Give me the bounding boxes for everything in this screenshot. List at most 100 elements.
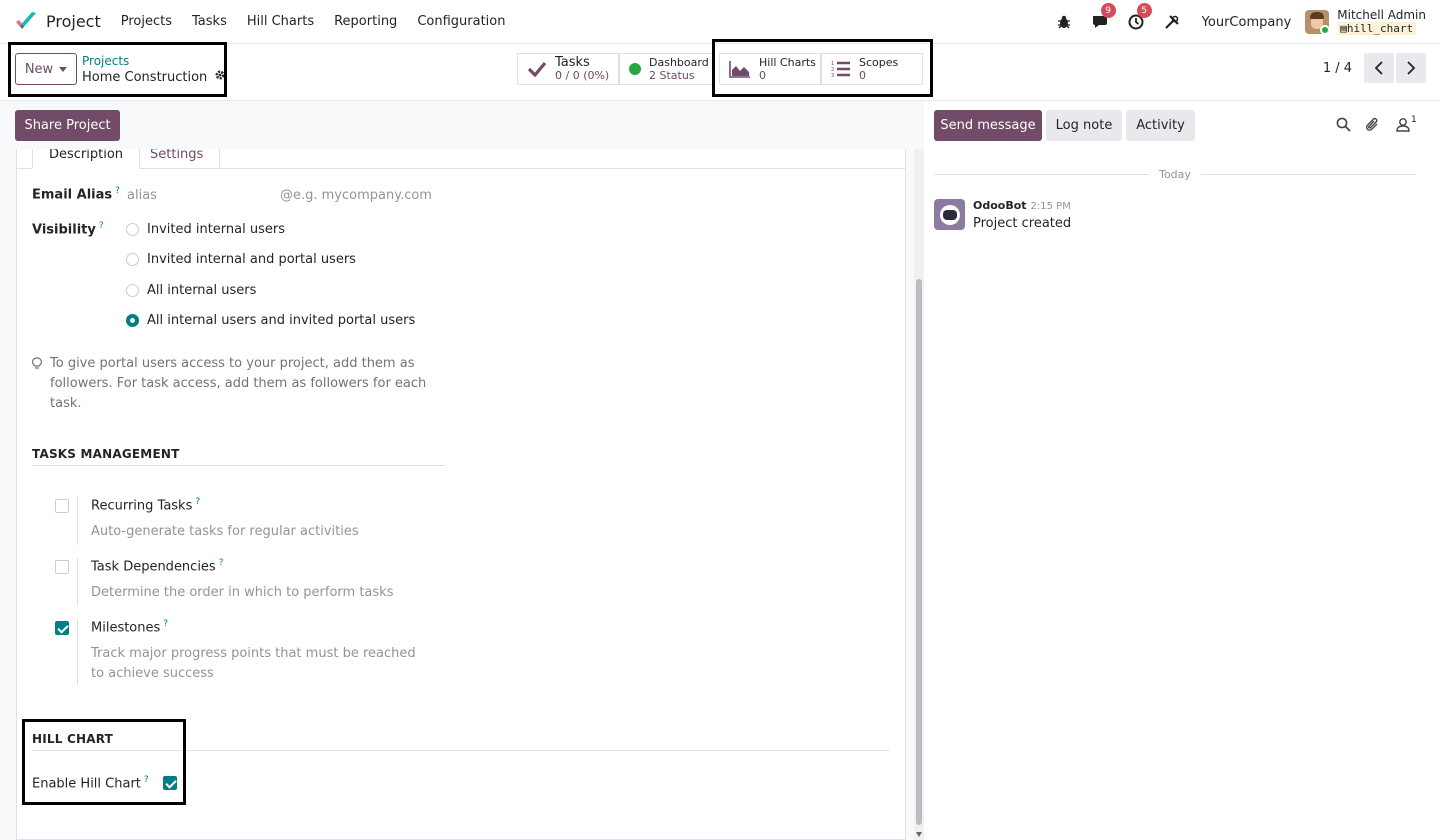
notebook-tabs: Description Settings bbox=[16, 139, 906, 169]
app-name: Project bbox=[46, 12, 101, 31]
paperclip-icon[interactable] bbox=[1365, 117, 1380, 137]
milestones-label: Milestones bbox=[91, 620, 161, 636]
visibility-option-invited-internal-portal[interactable]: Invited internal and portal users bbox=[126, 252, 356, 267]
user-menu[interactable]: Mitchell Admin ▤hill_chart bbox=[1305, 9, 1426, 35]
tasks-management-title: TASKS MANAGEMENT bbox=[32, 447, 445, 466]
email-alias-label: Email Alias? bbox=[32, 186, 120, 203]
message-author[interactable]: OdooBot bbox=[973, 199, 1027, 212]
alias-domain-input[interactable]: @e.g. mycompany.com bbox=[280, 188, 432, 203]
followers-icon[interactable] bbox=[1396, 117, 1410, 136]
odoobot-avatar[interactable] bbox=[934, 199, 965, 230]
control-panel: New Projects Home Construction Tasks 0 /… bbox=[0, 39, 1440, 101]
log-note-button[interactable]: Log note bbox=[1046, 110, 1122, 141]
new-button-label: New bbox=[24, 61, 54, 77]
form-scrollbar[interactable] bbox=[914, 101, 924, 840]
date-separator: Today bbox=[934, 168, 1417, 181]
pager-value[interactable]: 1 / 4 bbox=[1323, 61, 1352, 76]
company-switcher[interactable]: YourCompany bbox=[1202, 15, 1292, 30]
stat-button-tasks[interactable]: Tasks 0 / 0 (0%) bbox=[517, 53, 619, 85]
tools-icon[interactable] bbox=[1162, 12, 1182, 32]
breadcrumb-current: Home Construction bbox=[82, 69, 208, 85]
highlight-box-hill-chart bbox=[22, 719, 186, 805]
help-tooltip-icon[interactable]: ? bbox=[219, 558, 224, 568]
share-project-button[interactable]: Share Project bbox=[15, 110, 120, 141]
breadcrumb-projects-link[interactable]: Projects bbox=[82, 53, 226, 69]
help-tooltip-icon[interactable]: ? bbox=[115, 186, 120, 196]
task-dependencies-label: Task Dependencies bbox=[91, 559, 216, 575]
recurring-tasks-desc: Auto-generate tasks for regular activiti… bbox=[91, 524, 359, 539]
top-navbar: Project Projects Tasks Hill Charts Repor… bbox=[0, 0, 1440, 44]
radio-label: All internal users and invited portal us… bbox=[147, 313, 416, 328]
menu-projects[interactable]: Projects bbox=[111, 14, 182, 29]
visibility-option-invited-internal[interactable]: Invited internal users bbox=[126, 222, 285, 237]
recurring-tasks-checkbox[interactable] bbox=[55, 499, 69, 513]
message-text: Project created bbox=[973, 216, 1072, 231]
menu-hill-charts[interactable]: Hill Charts bbox=[237, 14, 324, 29]
stat-button-dashboard[interactable]: Dashboard 2 Status bbox=[619, 53, 715, 85]
activities-clock-icon[interactable]: 5 bbox=[1126, 3, 1152, 32]
pager: 1 / 4 bbox=[1323, 53, 1426, 83]
chatter-panel: Send message Log note Activity 1 Today O… bbox=[924, 101, 1440, 840]
caret-down-icon bbox=[59, 66, 68, 72]
radio-button[interactable] bbox=[126, 284, 139, 297]
menu-reporting[interactable]: Reporting bbox=[324, 14, 407, 29]
activity-button[interactable]: Activity bbox=[1126, 110, 1195, 141]
pager-next-button[interactable] bbox=[1396, 53, 1426, 83]
highlight-box-stat-buttons bbox=[712, 39, 933, 97]
project-app-icon bbox=[16, 11, 36, 29]
radio-label: All internal users bbox=[147, 283, 257, 298]
message-time: 2:15 PM bbox=[1030, 201, 1071, 212]
messages-badge: 9 bbox=[1100, 3, 1116, 18]
database-tag: ▤hill_chart bbox=[1337, 22, 1417, 35]
sticky-header bbox=[0, 101, 924, 149]
milestones-checkbox[interactable] bbox=[55, 621, 69, 635]
date-separator-label: Today bbox=[1159, 168, 1191, 181]
new-button[interactable]: New bbox=[15, 53, 77, 85]
debug-bug-icon[interactable] bbox=[1054, 12, 1074, 32]
stat-tasks-title: Tasks bbox=[555, 55, 590, 70]
option-milestones: Milestones? Track major progress points … bbox=[55, 619, 455, 689]
check-icon bbox=[527, 61, 547, 77]
scroll-down-arrow-icon[interactable] bbox=[916, 832, 922, 837]
stat-tasks-value: 0 / 0 (0%) bbox=[555, 69, 610, 82]
send-message-button[interactable]: Send message bbox=[934, 110, 1042, 141]
breadcrumb: Projects Home Construction bbox=[82, 53, 226, 86]
help-tooltip-icon[interactable]: ? bbox=[99, 221, 104, 231]
radio-label: Invited internal users bbox=[147, 222, 285, 237]
followers-count[interactable]: 1 bbox=[1411, 115, 1417, 125]
alias-input[interactable]: alias bbox=[127, 188, 157, 203]
chatter-message: OdooBot 2:15 PM Project created bbox=[934, 199, 1071, 231]
menu-configuration[interactable]: Configuration bbox=[407, 14, 515, 29]
visibility-label: Visibility? bbox=[32, 221, 104, 238]
help-tooltip-icon[interactable]: ? bbox=[195, 497, 200, 507]
milestones-desc: Track major progress points that must be… bbox=[91, 646, 416, 681]
option-recurring-tasks: Recurring Tasks? Auto-generate tasks for… bbox=[55, 497, 455, 547]
status-dot-icon bbox=[629, 63, 641, 75]
menu-tasks[interactable]: Tasks bbox=[182, 14, 237, 29]
messages-icon[interactable]: 9 bbox=[1090, 3, 1116, 32]
search-icon[interactable] bbox=[1336, 117, 1351, 136]
user-name: Mitchell Admin bbox=[1337, 8, 1426, 22]
scrollbar-thumb[interactable] bbox=[916, 279, 922, 825]
lightbulb-icon bbox=[32, 357, 42, 414]
visibility-option-all-internal[interactable]: All internal users bbox=[126, 283, 256, 298]
gear-icon[interactable] bbox=[214, 69, 226, 86]
online-status-dot bbox=[1320, 25, 1330, 34]
avatar bbox=[1305, 10, 1330, 34]
activities-badge: 5 bbox=[1136, 3, 1152, 18]
app-brand[interactable]: Project bbox=[14, 11, 101, 33]
help-tooltip-icon[interactable]: ? bbox=[163, 619, 168, 629]
pager-previous-button[interactable] bbox=[1364, 53, 1394, 83]
stat-dashboard-title: Dashboard bbox=[649, 56, 709, 69]
database-name: hill_chart bbox=[1346, 22, 1414, 35]
hint-text: To give portal users access to your proj… bbox=[50, 356, 427, 411]
visibility-option-all-internal-portal[interactable]: All internal users and invited portal us… bbox=[126, 313, 415, 328]
stat-dashboard-value: 2 Status bbox=[649, 69, 695, 82]
chevron-right-icon bbox=[1407, 61, 1416, 75]
task-dependencies-checkbox[interactable] bbox=[55, 560, 69, 574]
radio-label: Invited internal and portal users bbox=[147, 252, 356, 267]
radio-button[interactable] bbox=[126, 253, 139, 266]
task-dependencies-desc: Determine the order in which to perform … bbox=[91, 585, 394, 600]
radio-button[interactable] bbox=[126, 223, 139, 236]
radio-button-selected[interactable] bbox=[126, 314, 139, 327]
